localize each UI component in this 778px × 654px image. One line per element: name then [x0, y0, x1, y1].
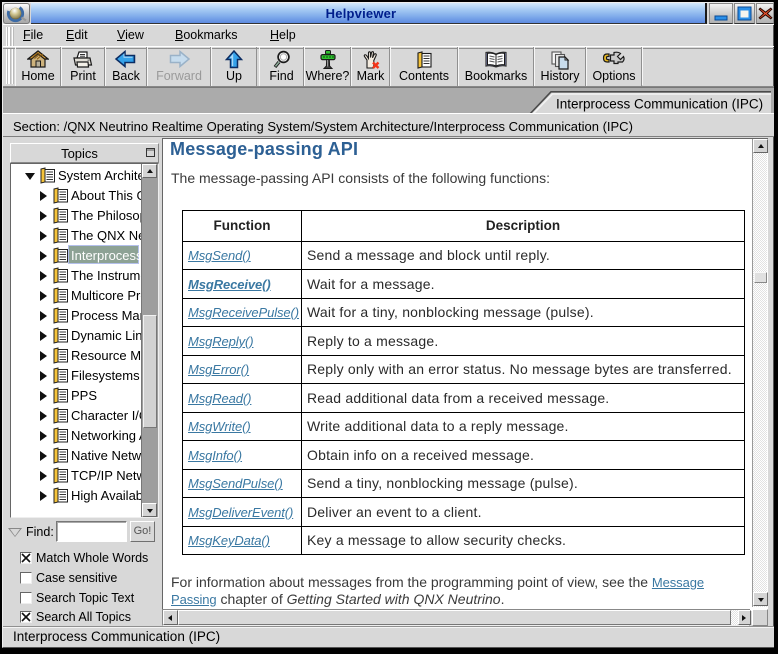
svg-text:Interprocess Communication (IP: Interprocess Communication (IPC) [556, 97, 763, 112]
